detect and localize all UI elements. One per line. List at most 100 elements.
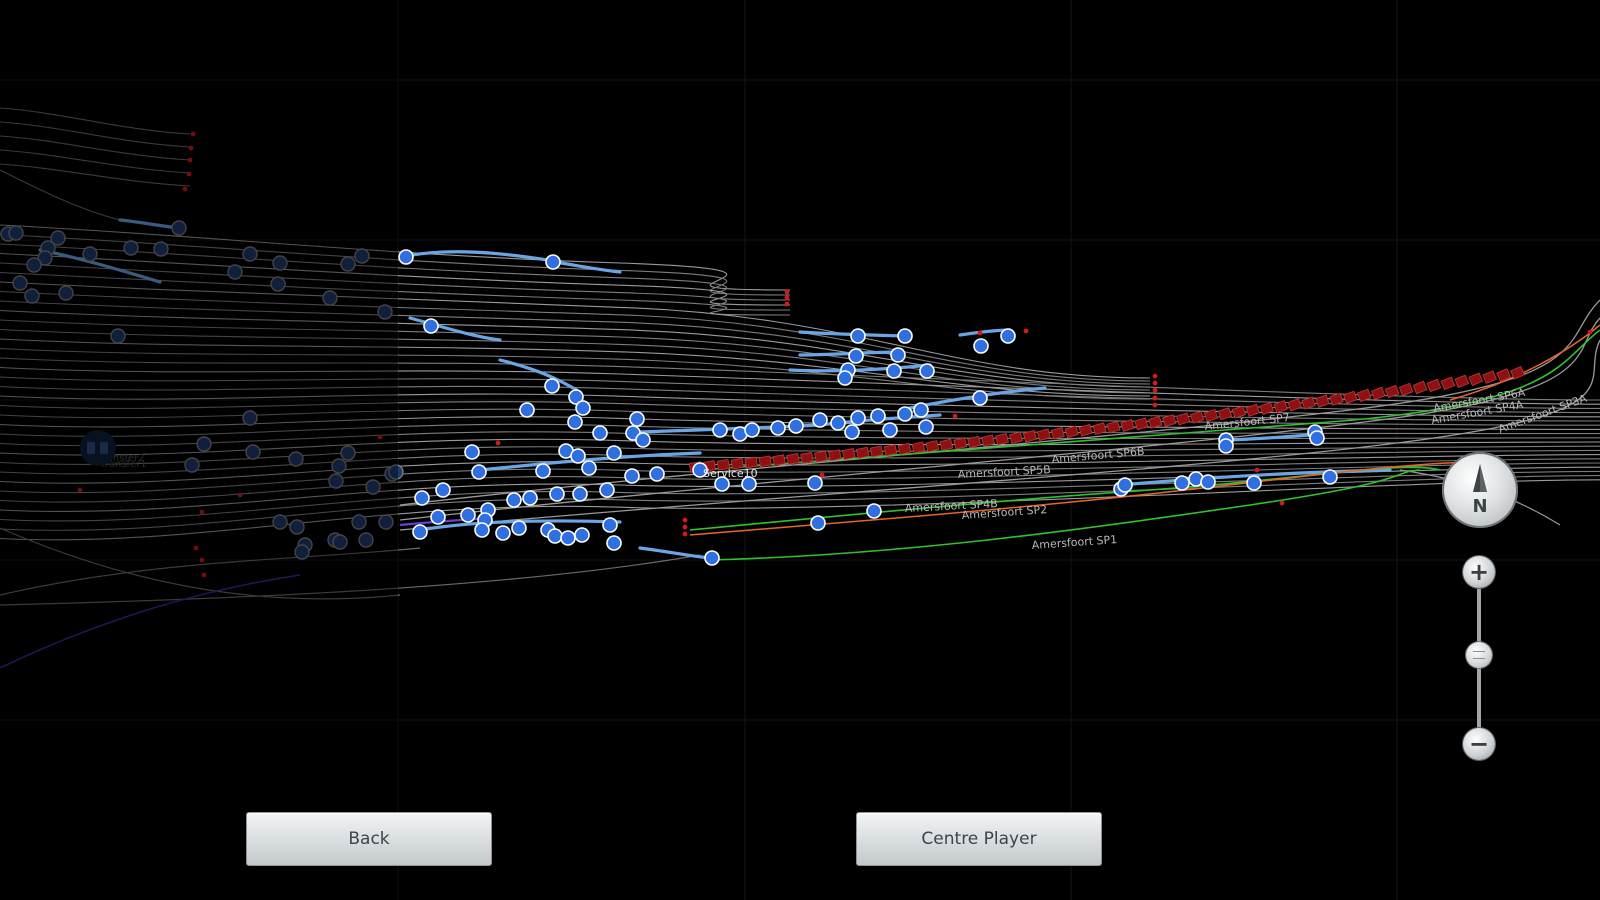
switch-node: [435, 482, 451, 498]
track: [0, 135, 191, 161]
switch-node: [414, 490, 430, 506]
compass[interactable]: N: [1442, 452, 1518, 528]
switch-node: [972, 390, 988, 406]
route-purple-lower: [0, 574, 301, 669]
signal-marker: [1152, 402, 1158, 408]
switch-node: [606, 535, 622, 551]
signal-marker: [201, 572, 207, 578]
train-wagon: [1370, 386, 1386, 401]
switch-node: [495, 525, 511, 541]
zoom-slider-handle[interactable]: [1466, 641, 1492, 668]
signal-marker: [188, 145, 194, 151]
track: [0, 149, 191, 174]
train-wagon: [1482, 370, 1498, 384]
switch-node: [464, 444, 480, 460]
signal-marker: [784, 295, 790, 301]
train-wagon: [1009, 431, 1023, 444]
switch-node-dimmed: [242, 410, 258, 426]
signal-marker: [190, 131, 196, 137]
switch-node: [592, 425, 608, 441]
switch-node-dimmed: [8, 225, 24, 241]
zoom-out-button[interactable]: −: [1463, 728, 1495, 760]
switch-node-dimmed: [12, 275, 28, 291]
switch-node-dimmed: [153, 241, 169, 257]
track: [0, 466, 1600, 513]
train-wagon: [841, 448, 856, 461]
switch-node: [837, 370, 853, 386]
centre-player-button[interactable]: Centre Player: [856, 812, 1102, 866]
switch-node-dimmed: [272, 255, 288, 271]
switch-node: [770, 420, 786, 436]
switch-node: [535, 463, 551, 479]
switch-node: [848, 348, 864, 364]
switch-node-dimmed: [340, 256, 356, 272]
track: [0, 121, 191, 148]
switch-node: [423, 318, 439, 334]
train-wagon: [995, 432, 1009, 446]
switch-node-dimmed: [365, 479, 381, 495]
train-wagon: [925, 440, 940, 453]
train-wagon: [758, 455, 772, 468]
switch-node: [460, 507, 476, 523]
switch-node: [712, 422, 728, 438]
switch-node: [830, 415, 846, 431]
train-wagon: [1189, 410, 1205, 424]
train-wagon: [883, 444, 898, 457]
switch-node: [545, 254, 561, 270]
switch-node: [1174, 475, 1190, 491]
track: [0, 554, 701, 606]
highlighted-track: [1228, 432, 1322, 442]
track-map[interactable]: Amersfoort SP7 Amersfoort SP6B Amersfoor…: [0, 0, 1600, 900]
signal-marker: [495, 440, 501, 446]
train-wagon: [1064, 425, 1079, 439]
switch-node-dimmed: [196, 436, 212, 452]
signal-marker: [977, 330, 983, 336]
switch-node: [870, 408, 886, 424]
route-orange-upper: [1449, 324, 1600, 401]
switch-node-dimmed: [184, 457, 200, 473]
train-wagon: [1454, 374, 1470, 389]
switch-node-dimmed: [272, 514, 288, 530]
train-wagon: [1287, 398, 1302, 412]
switch-node: [788, 418, 804, 434]
transfer-icon[interactable]: [80, 430, 116, 466]
switch-node: [602, 517, 618, 533]
switch-node-dimmed: [242, 246, 258, 262]
switch-node: [810, 515, 826, 531]
switch-node: [606, 445, 622, 461]
track: [0, 271, 791, 316]
switch-node: [572, 486, 588, 502]
switch-node: [886, 363, 902, 379]
signal-marker: [1152, 380, 1158, 386]
switch-node: [919, 363, 935, 379]
back-button[interactable]: Back: [246, 812, 492, 866]
switch-node: [882, 422, 898, 438]
train-label: Service10: [703, 467, 758, 480]
track-label-sp5b: Amersfoort SP5B: [957, 463, 1051, 481]
signal-marker: [1152, 395, 1158, 401]
track-map-canvas[interactable]: Amersfoort SP7 Amersfoort SP6B Amersfoor…: [0, 0, 1600, 900]
switch-node: [398, 249, 414, 265]
signal-marker: [1152, 373, 1158, 379]
switch-node: [1117, 477, 1133, 493]
switch-node-dimmed: [328, 473, 344, 489]
signal-marker: [377, 434, 383, 440]
train-wagon: [939, 438, 954, 451]
switch-node-dimmed: [358, 532, 374, 548]
track: [0, 281, 1151, 379]
train-wagon: [1301, 396, 1316, 410]
signal-marker: [199, 509, 205, 515]
zoom-in-button[interactable]: +: [1463, 556, 1495, 588]
switch-node-dimmed: [332, 534, 348, 550]
switch-node: [850, 328, 866, 344]
switch-node: [918, 419, 934, 435]
train-wagon: [1426, 378, 1442, 393]
switch-node: [812, 412, 828, 428]
highlighted-track: [553, 260, 622, 274]
compass-needle-icon: N: [1472, 464, 1488, 517]
switch-node: [511, 520, 527, 536]
switch-node: [581, 460, 597, 476]
switch-node-dimmed: [331, 458, 347, 474]
switch-node: [850, 410, 866, 426]
switch-node: [544, 378, 560, 394]
